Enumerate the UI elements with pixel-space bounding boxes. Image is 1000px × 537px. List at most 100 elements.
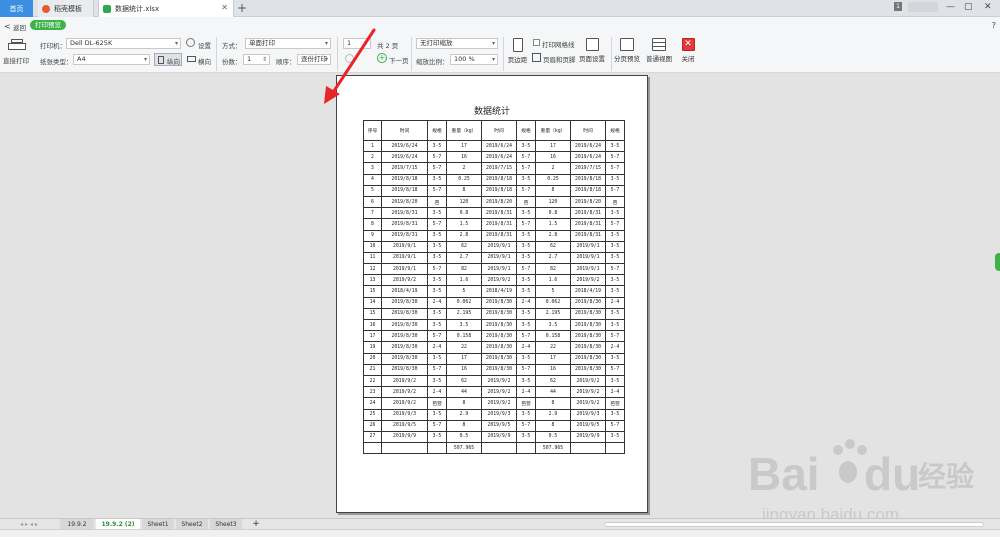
table-cell: 12 [363, 263, 382, 276]
table-cell: 2019/9/2 [381, 374, 428, 388]
zoom-value: 100 % [454, 55, 475, 63]
tab-home[interactable]: 首页 [0, 0, 33, 17]
table-cell: 2019/7/15 [481, 162, 517, 175]
printer-value: Dell DL-625K [70, 39, 113, 47]
print-scaling-value: 无打印缩放 [420, 39, 453, 47]
table-row: 12 2019/9/1 5-7 82 2019/9/1 5-7 82 2019/9/1 5-7 [363, 263, 625, 276]
header-footer-icon[interactable] [532, 53, 541, 62]
close-window-icon[interactable]: ✕ [984, 2, 992, 12]
table-cell: 2019/6/24 [481, 151, 517, 164]
table-cell: 24 [363, 397, 382, 410]
portrait-button[interactable]: 纵向 [154, 53, 182, 66]
table-cell: 8 [446, 184, 482, 197]
user-badge-icon[interactable]: 1 [894, 2, 902, 11]
page-setup-icon [585, 38, 599, 51]
close-preview-button[interactable]: ✕ 关闭 [678, 38, 698, 63]
next-page-icon[interactable]: + [377, 53, 387, 63]
table-cell: 5-7 [605, 162, 625, 175]
close-tab-icon[interactable]: ✕ [221, 3, 228, 12]
close-label: 关闭 [681, 55, 695, 63]
chevron-down-icon: ▾ [491, 40, 495, 47]
table-cell: 2.8 [535, 229, 571, 242]
table-cell: 3.5 [446, 318, 482, 332]
total-pages-text: 共 2 页 [377, 42, 399, 50]
table-cell [481, 442, 517, 455]
docer-icon [42, 4, 50, 13]
tab-docer-label: 稻壳模板 [54, 4, 82, 13]
back-button[interactable]: 返回 [13, 22, 26, 32]
table-cell: 2019/8/30 [381, 307, 428, 321]
print-scaling-select[interactable]: 无打印缩放 ▾ [416, 38, 498, 49]
table-cell: 5-7 [427, 419, 447, 432]
table-cell [363, 442, 382, 455]
table-cell: 3-5 [427, 374, 447, 388]
table-cell: 2 [363, 151, 382, 164]
chevron-down-icon: ▾ [491, 56, 495, 63]
table-header-cell: 时间 [381, 120, 428, 141]
user-avatar[interactable] [908, 2, 938, 12]
table-cell [516, 442, 536, 455]
table-cell [381, 442, 428, 455]
side-floating-tab[interactable] [995, 253, 1000, 271]
table-cell [570, 442, 606, 455]
table-row: 20 2019/8/30 3-5 17 2019/8/30 3-5 17 2019/8/30 3… [363, 352, 625, 365]
margins-label: 页边距 [507, 56, 528, 64]
maximize-icon[interactable]: ▢ [964, 2, 973, 12]
table-cell: 5-7 [427, 263, 447, 276]
header-footer-button[interactable]: 页眉和页脚 [543, 54, 576, 64]
table-header-row: 序号 时间 规格 重量（kg） 时间 规格 重量（kg） 时间 规格 [363, 120, 625, 141]
tab-bar: 首页 稻壳模板 数据统计.xlsx ✕ + 1 — ▢ ✕ [0, 0, 1000, 17]
direct-print-button[interactable]: 直接打印 [3, 55, 29, 65]
margins-button[interactable]: 页边距 [505, 38, 530, 64]
landscape-button[interactable]: 横向 [198, 56, 211, 66]
table-cell: 2019/9/1 [381, 263, 428, 276]
zoom-select[interactable]: 100 % ▾ [450, 54, 498, 65]
paper-type-select[interactable]: A4 ▾ [73, 54, 150, 65]
help-icon[interactable]: ? [992, 21, 996, 30]
next-page-button[interactable]: 下一页 [389, 55, 409, 65]
table-cell: 2019/8/30 [481, 341, 517, 354]
table-cell: 20 [363, 352, 382, 365]
tab-docer-templates[interactable]: 稻壳模板 [38, 0, 94, 17]
table-cell: 5-7 [516, 151, 536, 164]
back-arrow-icon[interactable]: < [4, 22, 11, 31]
margins-icon [512, 38, 523, 52]
minimize-icon[interactable]: — [946, 2, 955, 12]
table-cell: 44 [446, 386, 482, 399]
paper-type-value: A4 [77, 55, 86, 63]
stepper-arrows-icon[interactable]: ⇕ [262, 55, 267, 64]
gridlines-checkbox[interactable] [533, 39, 540, 46]
table-cell: 507.965 [446, 442, 482, 455]
status-bar [0, 529, 1000, 537]
table-cell: 17 [446, 139, 482, 153]
table-cell: 2019/9/2 [481, 397, 517, 410]
table-cell: 0.25 [535, 173, 571, 186]
table-total-row: 507.965 507.965 [363, 442, 625, 455]
tab-spreadsheet[interactable]: 数据统计.xlsx ✕ [98, 0, 234, 17]
landscape-icon[interactable] [187, 56, 196, 62]
horizontal-scrollbar[interactable] [604, 522, 984, 527]
settings-gear-icon[interactable] [186, 38, 195, 47]
table-cell: 2.9 [535, 408, 571, 421]
page-setup-button[interactable]: 页面设置 [576, 38, 608, 63]
printer-settings-button[interactable]: 设置 [198, 40, 211, 50]
new-tab-icon[interactable]: + [237, 1, 247, 15]
printer-icon[interactable] [8, 39, 26, 53]
table-cell: 3-5 [427, 352, 447, 365]
normal-view-button[interactable]: 普通视图 [644, 38, 674, 63]
table-cell: 0.062 [535, 296, 571, 309]
table-row: 9 2019/8/31 3-5 2.8 2019/8/31 3-5 2.8 2019/8/31… [363, 229, 625, 242]
table-cell: 44 [535, 386, 571, 399]
table-cell: 2019/8/31 [381, 229, 428, 242]
table-cell: 2019/9/2 [570, 386, 606, 399]
printer-select[interactable]: Dell DL-625K ▾ [66, 38, 181, 49]
page-break-preview-button[interactable]: 分页预览 [613, 38, 641, 63]
table-cell: 2019/8/30 [481, 296, 517, 309]
table-cell: 5-7 [605, 263, 625, 276]
print-page: 数据统计 序号 时间 规格 重量（kg） 时间 规格 重量（kg） 时间 规格 1 2019/6/2… [336, 75, 648, 513]
table-cell: 7 [363, 207, 382, 220]
table-cell: 22 [535, 341, 571, 354]
table-cell: 5-7 [605, 218, 625, 231]
table-cell: 3-5 [516, 229, 536, 242]
copies-stepper[interactable]: 1 ⇕ [243, 54, 270, 65]
